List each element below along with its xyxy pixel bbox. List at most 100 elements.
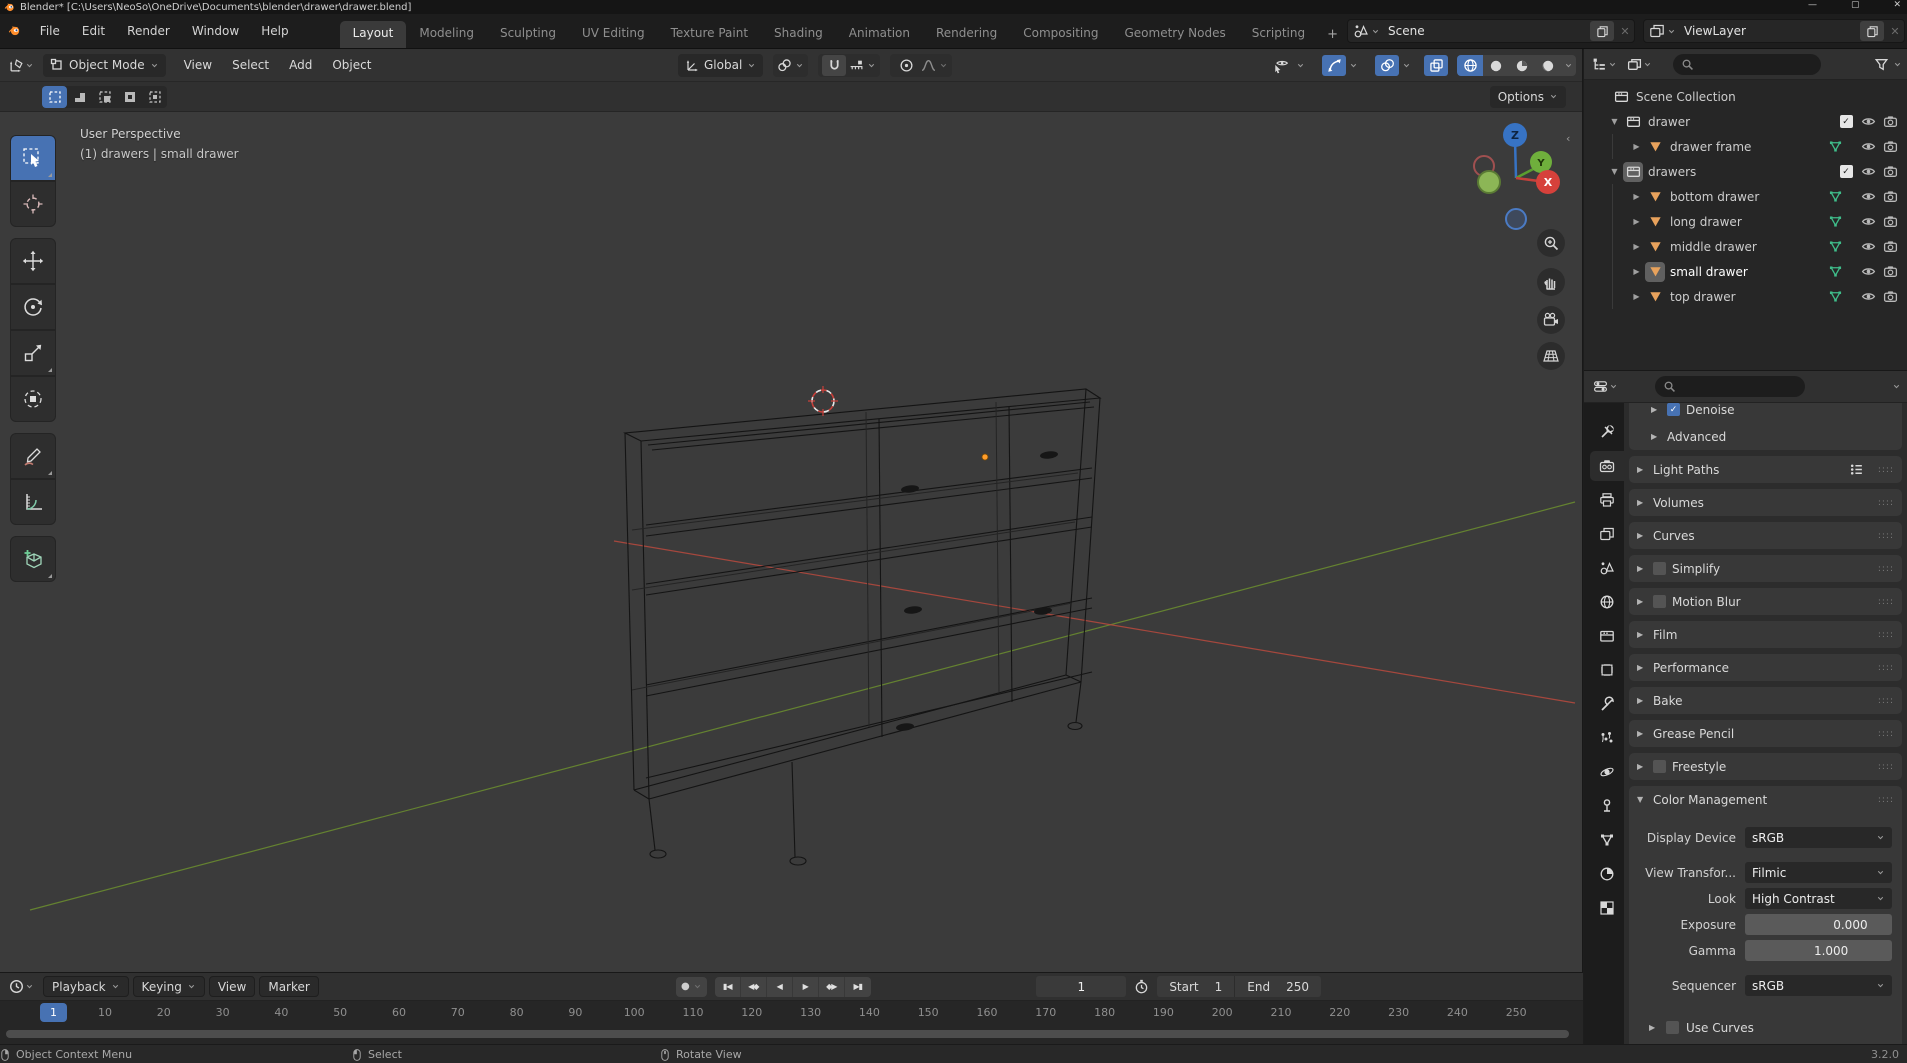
drag-grip-icon[interactable]: :::: [1878, 465, 1894, 475]
property-slider[interactable]: 1.000 [1745, 940, 1892, 961]
cursor-tool[interactable] [10, 181, 56, 227]
new-view-layer-button[interactable] [1860, 21, 1884, 41]
properties-tab[interactable] [1590, 757, 1624, 787]
outliner-item-label[interactable]: Scene Collection [1631, 90, 1736, 104]
outliner-display-mode[interactable] [1589, 55, 1620, 74]
workspace-tab[interactable]: Scripting [1239, 21, 1318, 48]
workspace-tab[interactable]: Rendering [923, 21, 1010, 48]
viewport-canvas[interactable]: User Perspective (1) drawers | small dra… [0, 112, 1582, 972]
hide-viewport-eye-icon[interactable] [1861, 164, 1876, 179]
move-tool[interactable] [10, 238, 56, 284]
viewport-menu-item[interactable]: Select [222, 54, 279, 76]
collapse-arrow-icon[interactable]: ▶ [1628, 267, 1645, 276]
disable-render-camera-icon[interactable] [1883, 164, 1898, 179]
timeline-menu[interactable]: Marker [259, 976, 319, 997]
chevron-down-icon[interactable] [1349, 61, 1358, 70]
panel-header[interactable]: ▶ Motion Blur :::: [1629, 588, 1902, 615]
panel-expand-icon[interactable]: ▶ [1637, 498, 1647, 507]
outliner-item-label[interactable]: middle drawer [1665, 240, 1757, 254]
select-intersect-button[interactable] [142, 86, 167, 108]
gizmos-toggle[interactable] [1322, 55, 1346, 76]
properties-tab[interactable] [1590, 587, 1624, 617]
collapse-arrow-icon[interactable]: ▶ [1628, 242, 1645, 251]
timeline-menu[interactable]: View [208, 976, 256, 997]
workspace-tab[interactable]: Shading [761, 21, 836, 48]
outliner-filter-mode[interactable] [1624, 55, 1655, 74]
outliner-item-label[interactable]: long drawer [1665, 215, 1742, 229]
chevron-down-icon[interactable] [1402, 61, 1411, 70]
camera-view-button[interactable] [1537, 306, 1565, 334]
pivot-point-selector[interactable] [773, 53, 809, 77]
property-dropdown[interactable]: Filmic [1745, 862, 1892, 883]
workspace-tab[interactable]: Layout [339, 21, 407, 48]
outliner-row[interactable]: ▶ middle drawer [1584, 234, 1907, 259]
panel-expand-icon[interactable]: ▶ [1637, 564, 1647, 573]
menu-item[interactable]: Edit [71, 20, 116, 42]
snap-toggle[interactable] [822, 54, 847, 76]
hide-viewport-eye-icon[interactable] [1861, 189, 1876, 204]
chevron-down-icon[interactable] [1371, 27, 1380, 36]
use-curves-subpanel[interactable]: ▶ Use Curves [1629, 1014, 1902, 1041]
properties-tab[interactable] [1590, 621, 1624, 651]
hide-viewport-eye-icon[interactable] [1861, 139, 1876, 154]
properties-editor-type-button[interactable] [1590, 377, 1621, 396]
rotate-tool[interactable] [10, 284, 56, 330]
use-curves-checkbox[interactable] [1666, 1021, 1679, 1034]
panel-header[interactable]: ▶ Grease Pencil :::: [1629, 720, 1902, 747]
collapse-arrow-icon[interactable]: ▶ [1628, 142, 1645, 151]
panel-header[interactable]: ▶ Volumes :::: [1629, 489, 1902, 516]
properties-tab[interactable] [1590, 791, 1624, 821]
panel-collapse-icon[interactable]: ▼ [1637, 795, 1647, 804]
properties-tab[interactable] [1590, 553, 1624, 583]
outliner-row[interactable]: ▶ drawer frame [1584, 134, 1907, 159]
properties-search-input[interactable] [1655, 376, 1805, 397]
panel-checkbox[interactable] [1653, 760, 1666, 773]
hide-viewport-eye-icon[interactable] [1861, 239, 1876, 254]
transport-button[interactable]: ◆▶ [819, 976, 845, 997]
region-collapse-arrow[interactable]: ‹ [1566, 132, 1570, 145]
outliner-row[interactable]: ▶ long drawer [1584, 209, 1907, 234]
measure-tool[interactable] [10, 479, 56, 525]
proportional-editing-toggle[interactable] [894, 55, 918, 76]
hide-viewport-eye-icon[interactable] [1861, 289, 1876, 304]
properties-tab[interactable] [1590, 893, 1624, 923]
collapse-arrow-icon[interactable]: ▶ [1628, 217, 1645, 226]
drag-grip-icon[interactable]: :::: [1878, 729, 1894, 739]
panel-header[interactable]: ▶ Freestyle :::: [1629, 753, 1902, 780]
panel-expand-icon[interactable]: ▶ [1649, 1023, 1659, 1032]
selectability-checkbox[interactable]: ✓ [1839, 165, 1853, 178]
auto-keying-button[interactable]: ● [676, 976, 707, 997]
disable-render-camera-icon[interactable] [1883, 264, 1898, 279]
transport-button[interactable]: ▶▮ [845, 977, 871, 997]
unlink-scene-button[interactable]: ✕ [1616, 25, 1634, 38]
transport-button[interactable]: ◀ [767, 976, 793, 997]
panel-expand-icon[interactable]: ▶ [1637, 762, 1647, 771]
hide-viewport-eye-icon[interactable] [1861, 114, 1876, 129]
outliner-item-label[interactable]: small drawer [1665, 265, 1748, 279]
timeline-scrollbar[interactable] [6, 1030, 1569, 1038]
properties-tab[interactable] [1590, 485, 1624, 515]
properties-tab[interactable] [1590, 655, 1624, 685]
scene-name[interactable]: Scene [1382, 24, 1590, 38]
workspace-tab[interactable]: Geometry Nodes [1111, 21, 1238, 48]
properties-tab[interactable] [1590, 825, 1624, 855]
disable-render-camera-icon[interactable] [1883, 114, 1898, 129]
disable-render-camera-icon[interactable] [1883, 289, 1898, 304]
panel-expand-icon[interactable]: ▶ [1637, 465, 1647, 474]
blender-logo-icon[interactable] [8, 21, 21, 41]
outliner-row[interactable]: ▶ top drawer [1584, 284, 1907, 309]
workspace-tab[interactable]: Compositing [1010, 21, 1111, 48]
selectability-checkbox[interactable]: ✓ [1839, 115, 1853, 128]
denoise-panel-header[interactable]: ▶ ✓ Denoise [1629, 403, 1902, 423]
transport-button[interactable]: ◀◆ [741, 976, 767, 997]
timeline-editor-type-button[interactable] [6, 977, 37, 996]
filter-funnel-icon[interactable] [1874, 57, 1889, 72]
mode-selector[interactable]: Object Mode [43, 53, 166, 77]
denoise-checkbox[interactable]: ✓ [1667, 403, 1680, 416]
transport-button[interactable]: ▶ [793, 976, 819, 997]
shading-solid-button[interactable] [1483, 55, 1509, 76]
select-extend-button[interactable] [67, 86, 92, 108]
chevron-down-icon[interactable] [1893, 60, 1902, 69]
pan-view-button[interactable] [1537, 268, 1565, 296]
properties-tab[interactable] [1590, 519, 1624, 549]
